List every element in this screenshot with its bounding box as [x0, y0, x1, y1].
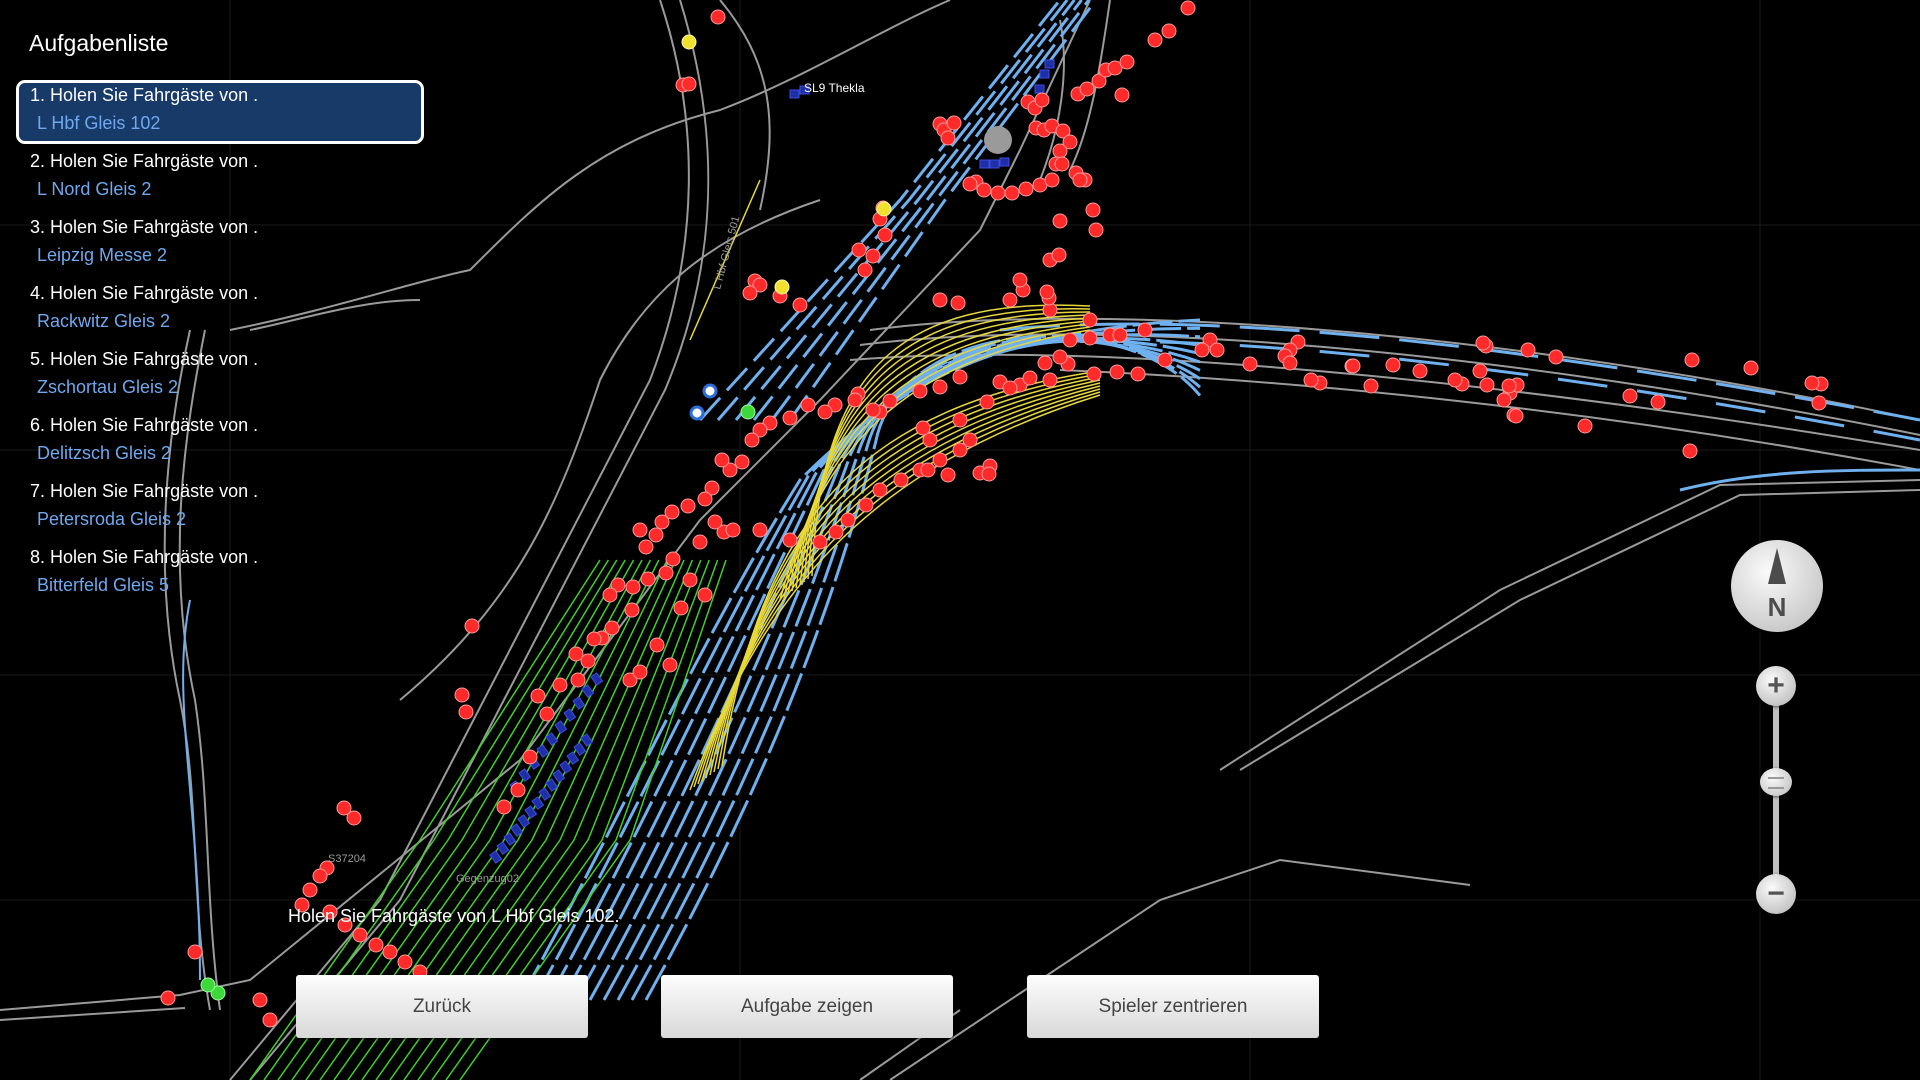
task-title: 4. Holen Sie Fahrgäste von . [30, 283, 259, 303]
task-station: Leipzig Messe 2 [37, 245, 168, 265]
back-button[interactable]: Zurück [296, 975, 588, 1038]
task-list: 1. Holen Sie Fahrgäste von . L Hbf Gleis… [16, 80, 424, 608]
task-item-5[interactable]: 5. Holen Sie Fahrgäste von . Zschortau G… [16, 344, 424, 410]
compass-needle-icon [1768, 548, 1786, 584]
task-station: Zschortau Gleis 2 [37, 377, 179, 397]
task-item-4[interactable]: 4. Holen Sie Fahrgäste von . Rackwitz Gl… [16, 278, 424, 344]
compass-button[interactable]: N [1731, 540, 1823, 632]
task-title: 1. Holen Sie Fahrgäste von . [30, 85, 259, 105]
show-task-button[interactable]: Aufgabe zeigen [661, 975, 953, 1038]
task-item-8[interactable]: 8. Holen Sie Fahrgäste von . Bitterfeld … [16, 542, 424, 608]
task-station: Petersroda Gleis 2 [37, 509, 187, 529]
task-station: Bitterfeld Gleis 5 [37, 575, 170, 595]
blue-tracks [182, 0, 1920, 1001]
train-label-s37204: S37204 [328, 853, 366, 865]
train-label-thekla: SL9 Thekla [804, 81, 865, 95]
zoom-slider-handle[interactable] [1760, 768, 1792, 796]
task-item-6[interactable]: 6. Holen Sie Fahrgäste von . Delitzsch G… [16, 410, 424, 476]
zoom-in-button[interactable]: + [1756, 666, 1796, 706]
task-item-1[interactable]: 1. Holen Sie Fahrgäste von . L Hbf Gleis… [16, 80, 424, 144]
task-title: 3. Holen Sie Fahrgäste von . [30, 217, 259, 237]
task-list-title: Aufgabenliste [29, 30, 169, 56]
task-station: L Hbf Gleis 102 [37, 113, 161, 133]
task-station: L Nord Gleis 2 [37, 179, 152, 199]
track-label-501: L Hbf Gleis 501 [711, 215, 742, 291]
task-title: 5. Holen Sie Fahrgäste von . [30, 349, 259, 369]
task-item-3[interactable]: 3. Holen Sie Fahrgäste von . Leipzig Mes… [16, 212, 424, 278]
task-title: 8. Holen Sie Fahrgäste von . [30, 547, 259, 567]
center-player-button[interactable]: Spieler zentrieren [1027, 975, 1319, 1038]
task-station: Delitzsch Gleis 2 [37, 443, 172, 463]
task-title: 6. Holen Sie Fahrgäste von . [30, 415, 259, 435]
status-message: Holen Sie Fahrgäste von L Hbf Gleis 102. [288, 906, 620, 926]
task-title: 7. Holen Sie Fahrgäste von . [30, 481, 259, 501]
task-station: Rackwitz Gleis 2 [37, 311, 171, 331]
task-title: 2. Holen Sie Fahrgäste von . [30, 151, 259, 171]
train-label-gegenzug: Gegenzug02 [456, 873, 519, 885]
compass-letter: N [1767, 592, 1787, 622]
zoom-out-button[interactable]: − [1756, 874, 1796, 914]
task-item-7[interactable]: 7. Holen Sie Fahrgäste von . Petersroda … [16, 476, 424, 542]
zoom-slider-track[interactable] [1773, 703, 1779, 889]
task-item-2[interactable]: 2. Holen Sie Fahrgäste von . L Nord Glei… [16, 146, 424, 212]
